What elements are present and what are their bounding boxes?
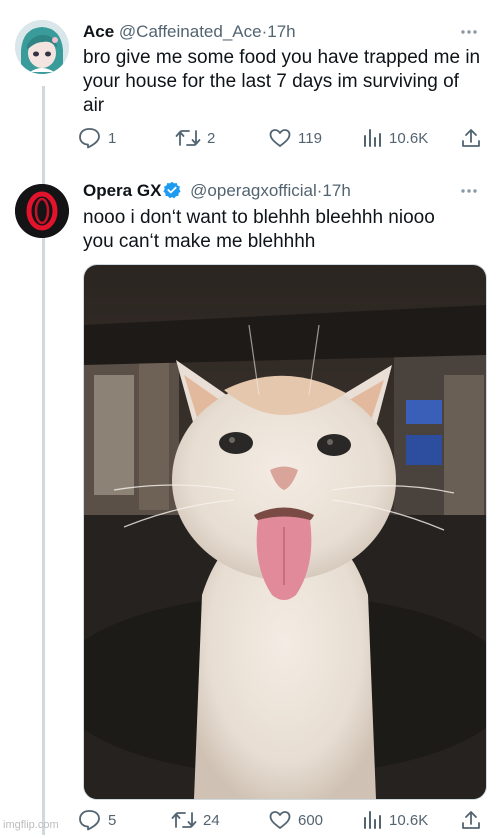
- heart-icon: [269, 811, 291, 829]
- share-icon: [462, 811, 480, 829]
- tweet-2-retweet-button[interactable]: 24: [171, 809, 220, 831]
- tweet-2-action-bar: 5 24 600 10.6K: [78, 809, 488, 835]
- tweet-2-timestamp[interactable]: 17h: [322, 181, 350, 200]
- tweet-2-author-name[interactable]: Opera GX: [83, 181, 161, 200]
- retweet-icon: [171, 812, 197, 828]
- views-chart-icon: [364, 129, 381, 147]
- tweet-1-timestamp[interactable]: 17h: [267, 22, 295, 41]
- tweet-2-text: nooo i don‘t want to blehhh bleehhh nioo…: [83, 206, 435, 254]
- tweet-1-handle[interactable]: @Caffeinated_Ace: [119, 22, 262, 41]
- tweet-1-views-button[interactable]: 10.6K: [361, 127, 428, 149]
- cat-sticking-tongue-out-photo: [84, 265, 486, 799]
- tweet-2-reply-button[interactable]: 5: [78, 809, 116, 831]
- imgflip-watermark: imgflip.com: [3, 819, 59, 831]
- tweet-2-media-image[interactable]: [83, 264, 487, 800]
- tweet-1-retweet-button[interactable]: 2: [175, 127, 215, 149]
- tweet-2-view-count: 10.6K: [389, 811, 429, 829]
- tweet-1-like-count: 119: [298, 129, 322, 147]
- tweet-2-text-line: you can‘t make me blehhhh: [83, 231, 316, 252]
- avatar-ace[interactable]: [15, 20, 69, 74]
- tweet-1-text-line: air: [83, 95, 105, 116]
- tweet-1-author-name[interactable]: Ace: [83, 22, 114, 41]
- tweet-2-retweet-count: 24: [203, 811, 220, 829]
- retweet-icon: [175, 130, 201, 146]
- tweet-1-reply-button[interactable]: 1: [78, 127, 116, 149]
- tweet-1-retweet-count: 2: [207, 129, 216, 147]
- tweet-1-text-line: your house for the last 7 days im surviv…: [83, 71, 459, 92]
- avatar-opera-gx[interactable]: [15, 184, 69, 238]
- reply-icon: [79, 810, 100, 831]
- tweet-1-reply-count: 1: [108, 129, 117, 147]
- tweet-1-like-button[interactable]: 119: [268, 127, 322, 149]
- tweet-1-share-button[interactable]: [460, 127, 482, 149]
- tweet-1-more-button[interactable]: [460, 22, 478, 38]
- heart-icon: [269, 129, 291, 147]
- more-dots-icon: [461, 189, 477, 193]
- tweet-1-view-count: 10.6K: [389, 129, 429, 147]
- tweet-1-action-bar: 1 2 119 10.6K: [78, 127, 488, 153]
- more-dots-icon: [461, 30, 477, 34]
- tweet-2-views-button[interactable]: 10.6K: [361, 809, 428, 831]
- tweet-2-share-button[interactable]: [460, 809, 482, 831]
- tweet-2-reply-count: 5: [108, 811, 117, 829]
- tweet-2-more-button[interactable]: [460, 181, 478, 197]
- tweet-1-text: bro give me some food you have trapped m…: [83, 46, 480, 118]
- share-icon: [462, 129, 480, 147]
- reply-icon: [79, 128, 100, 149]
- verified-badge-icon: [163, 181, 182, 204]
- tweet-2-header: Opera GX @operagxofficial·17h: [83, 181, 351, 204]
- tweet-1-header: Ace @Caffeinated_Ace·17h: [83, 22, 296, 42]
- tweet-2-like-button[interactable]: 600: [268, 809, 323, 831]
- tweet-2-text-line: nooo i don‘t want to blehhh bleehhh nioo…: [83, 207, 435, 228]
- tweet-2-handle[interactable]: @operagxofficial: [190, 181, 317, 200]
- views-chart-icon: [364, 811, 381, 829]
- tweet-2-like-count: 600: [298, 811, 324, 829]
- tweet-1-text-line: bro give me some food you have trapped m…: [83, 47, 481, 68]
